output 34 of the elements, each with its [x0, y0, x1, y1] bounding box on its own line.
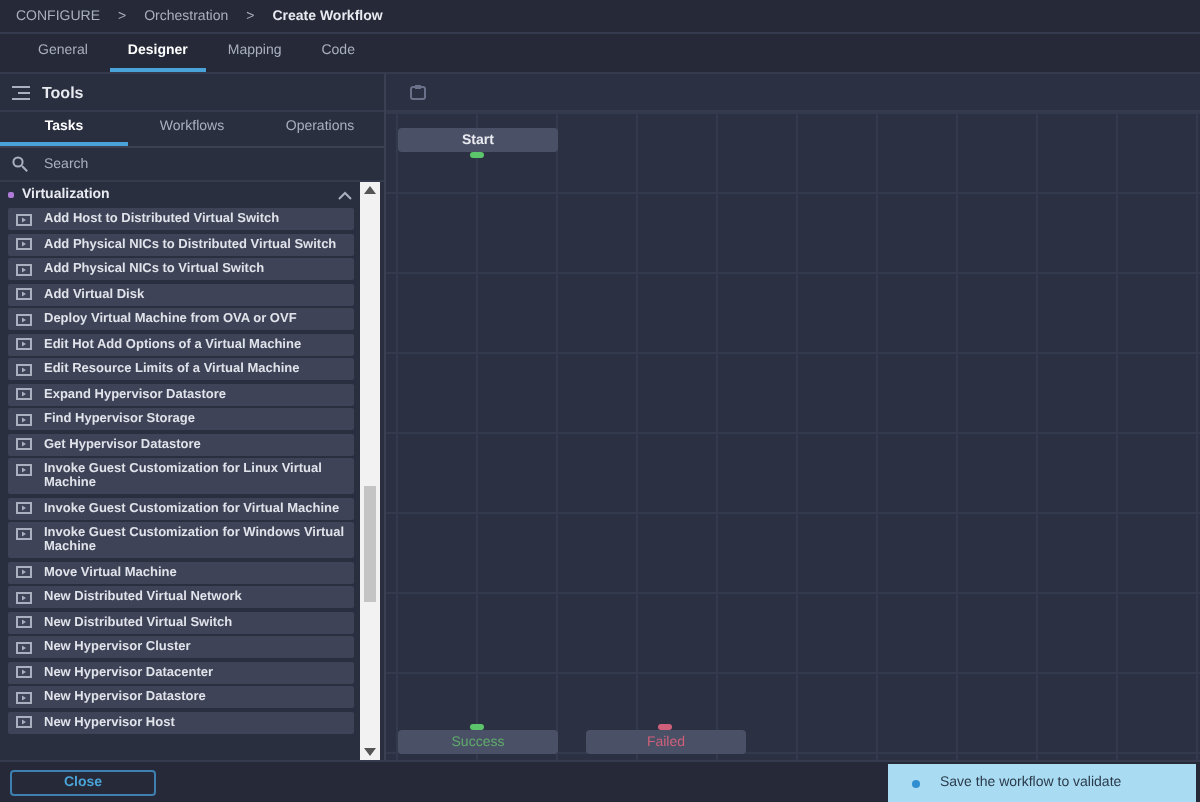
task-icon [16, 616, 32, 628]
chevron-up-icon[interactable] [338, 189, 352, 199]
scrollbar[interactable] [360, 182, 380, 760]
task-icon [16, 288, 32, 300]
scroll-down-icon[interactable] [364, 748, 376, 756]
scroll-up-icon[interactable] [364, 186, 376, 194]
task-icon [16, 666, 32, 678]
search-icon [12, 156, 28, 172]
clipboard-icon[interactable] [410, 84, 426, 100]
task-icon [16, 413, 32, 425]
task-icon [16, 263, 32, 275]
port-icon[interactable] [470, 152, 484, 158]
task-icon [16, 363, 32, 375]
task-icon [16, 691, 32, 703]
menu-icon[interactable] [12, 85, 30, 99]
scrollbar-thumb[interactable] [364, 486, 376, 602]
task-icon [16, 591, 32, 603]
task-icon [16, 313, 32, 325]
task-icon [16, 502, 32, 514]
port-icon[interactable] [470, 724, 484, 730]
task-icon [16, 388, 32, 400]
task-icon [16, 213, 32, 225]
task-icon [16, 566, 32, 578]
task-icon [16, 716, 32, 728]
task-icon [16, 463, 32, 475]
task-icon [16, 438, 32, 450]
task-icon [16, 527, 32, 539]
info-icon [912, 779, 920, 787]
port-icon[interactable] [658, 724, 672, 730]
task-icon [16, 238, 32, 250]
task-icon [16, 641, 32, 653]
task-icon [16, 338, 32, 350]
group-marker-icon [8, 191, 14, 197]
panel-title: Tools [42, 83, 84, 101]
